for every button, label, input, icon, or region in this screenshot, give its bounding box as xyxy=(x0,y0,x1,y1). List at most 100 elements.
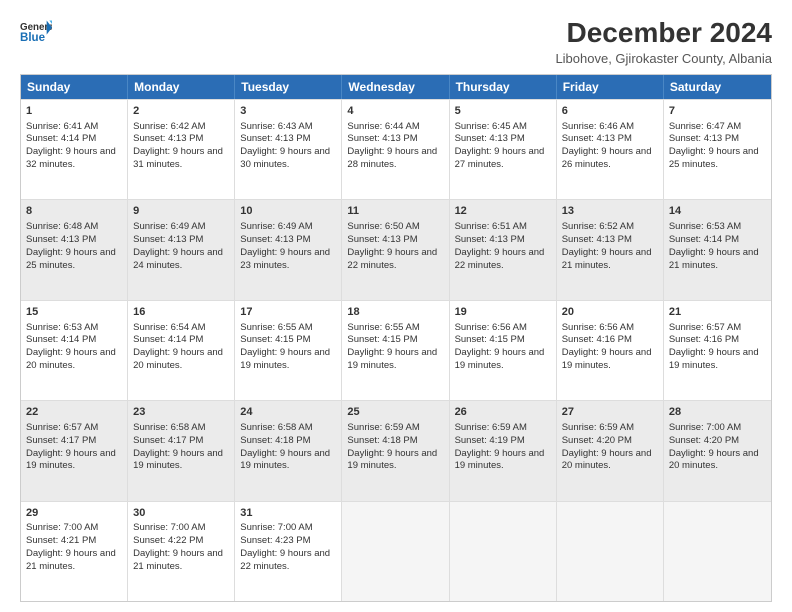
day-number: 14 xyxy=(669,204,766,219)
cal-cell: 4Sunrise: 6:44 AMSunset: 4:13 PMDaylight… xyxy=(342,100,449,199)
daylight: Daylight: 9 hours and 21 minutes. xyxy=(669,247,759,271)
sunrise: Sunrise: 7:00 AM xyxy=(26,522,98,533)
daylight: Daylight: 9 hours and 21 minutes. xyxy=(562,247,652,271)
day-number: 15 xyxy=(26,305,122,320)
daylight: Daylight: 9 hours and 28 minutes. xyxy=(347,146,437,170)
cal-cell: 20 Sunrise: 6:56 AMSunset: 4:16 PM Dayligh… xyxy=(557,301,664,400)
sunset: Sunset: 4:18 PM xyxy=(347,435,417,446)
logo: General Blue xyxy=(20,18,52,46)
sunrise: Sunrise: 6:53 AM xyxy=(669,221,741,232)
sunset: Sunset: 4:13 PM xyxy=(26,234,96,245)
sunset: Sunset: 4:13 PM xyxy=(133,234,203,245)
daylight: Daylight: 9 hours and 23 minutes. xyxy=(240,247,330,271)
day-number: 11 xyxy=(347,204,443,219)
cal-cell: 15Sunrise: 6:53 AMSunset: 4:14 PMDayligh… xyxy=(21,301,128,400)
sunset: Sunset: 4:13 PM xyxy=(455,133,525,144)
cal-header-day: Thursday xyxy=(450,75,557,99)
cal-cell: 17Sunrise: 6:55 AMSunset: 4:15 PMDayligh… xyxy=(235,301,342,400)
day-number: 23 xyxy=(133,405,229,420)
sunset: Sunset: 4:13 PM xyxy=(669,133,739,144)
daylight: Daylight: 9 hours and 27 minutes. xyxy=(455,146,545,170)
sunrise: Sunrise: 6:58 AM xyxy=(240,422,312,433)
cal-header-day: Tuesday xyxy=(235,75,342,99)
cal-cell: 21Sunrise: 6:57 AMSunset: 4:16 PMDayligh… xyxy=(664,301,771,400)
cal-cell: 3Sunrise: 6:43 AMSunset: 4:13 PMDaylight… xyxy=(235,100,342,199)
daylight: Daylight: 9 hours and 30 minutes. xyxy=(240,146,330,170)
sunset: Sunset: 4:20 PM xyxy=(562,435,632,446)
sunset: Sunset: 4:15 PM xyxy=(347,334,417,345)
day-number: 20 xyxy=(562,305,658,320)
sunrise: Sunrise: 7:00 AM xyxy=(240,522,312,533)
sunrise: Sunrise: 6:56 AM xyxy=(562,322,634,333)
logo-icon: General Blue xyxy=(20,18,52,46)
sunset: Sunset: 4:13 PM xyxy=(133,133,203,144)
day-number: 2 xyxy=(133,104,229,119)
day-number: 27 xyxy=(562,405,658,420)
sunset: Sunset: 4:22 PM xyxy=(133,535,203,546)
sunrise: Sunrise: 6:49 AM xyxy=(133,221,205,232)
daylight: Daylight: 9 hours and 20 minutes. xyxy=(26,347,116,371)
sunset: Sunset: 4:13 PM xyxy=(455,234,525,245)
daylight: Daylight: 9 hours and 19 minutes. xyxy=(240,448,330,472)
cal-cell: 6Sunrise: 6:46 AMSunset: 4:13 PMDaylight… xyxy=(557,100,664,199)
title-block: December 2024 Libohove, Gjirokaster Coun… xyxy=(555,18,772,66)
daylight: Daylight: 9 hours and 19 minutes. xyxy=(669,347,759,371)
day-number: 18 xyxy=(347,305,443,320)
cal-week: 8Sunrise: 6:48 AMSunset: 4:13 PMDaylight… xyxy=(21,199,771,299)
sunrise: Sunrise: 6:55 AM xyxy=(347,322,419,333)
cal-week: 15Sunrise: 6:53 AMSunset: 4:14 PMDayligh… xyxy=(21,300,771,400)
sunrise: Sunrise: 7:00 AM xyxy=(669,422,741,433)
cal-cell: 14 Sunrise: 6:53 AM Sunset: 4:14 PM Dayligh… xyxy=(664,200,771,299)
daylight: Daylight: 9 hours and 25 minutes. xyxy=(26,247,116,271)
cal-cell: 7Sunrise: 6:47 AMSunset: 4:13 PMDaylight… xyxy=(664,100,771,199)
subtitle: Libohove, Gjirokaster County, Albania xyxy=(555,51,772,66)
daylight: Daylight: 9 hours and 24 minutes. xyxy=(133,247,223,271)
daylight: Daylight: 9 hours and 19 minutes. xyxy=(347,448,437,472)
sunset: Sunset: 4:20 PM xyxy=(669,435,739,446)
sunrise: Sunrise: 6:42 AM xyxy=(133,121,205,132)
cal-cell: 30Sunrise: 7:00 AMSunset: 4:22 PMDayligh… xyxy=(128,502,235,601)
sunrise: Sunrise: 6:43 AM xyxy=(240,121,312,132)
cal-cell: 9 Sunrise: 6:49 AM Sunset: 4:13 PM Daylight… xyxy=(128,200,235,299)
sunset: Sunset: 4:19 PM xyxy=(455,435,525,446)
cal-cell: 13Sunrise: 6:52 AMSunset: 4:13 PMDayligh… xyxy=(557,200,664,299)
daylight: Daylight: 9 hours and 22 minutes. xyxy=(455,247,545,271)
sunrise: Sunrise: 6:53 AM xyxy=(26,322,98,333)
sunrise: Sunrise: 6:59 AM xyxy=(562,422,634,433)
page: General Blue December 2024 Libohove, Gji… xyxy=(0,0,792,612)
day-number: 28 xyxy=(669,405,766,420)
daylight: Daylight: 9 hours and 20 minutes. xyxy=(562,448,652,472)
day-number: 9 xyxy=(133,204,229,219)
day-number: 24 xyxy=(240,405,336,420)
calendar: SundayMondayTuesdayWednesdayThursdayFrid… xyxy=(20,74,772,602)
sunrise: Sunrise: 6:59 AM xyxy=(455,422,527,433)
daylight: Daylight: 9 hours and 19 minutes. xyxy=(347,347,437,371)
day-number: 21 xyxy=(669,305,766,320)
cal-header-day: Wednesday xyxy=(342,75,449,99)
cal-cell: 27 Sunrise: 6:59 AM Sunset: 4:20 PM Dayligh… xyxy=(557,401,664,500)
sunrise: Sunrise: 6:52 AM xyxy=(562,221,634,232)
day-number: 17 xyxy=(240,305,336,320)
cal-cell: 2Sunrise: 6:42 AMSunset: 4:13 PMDaylight… xyxy=(128,100,235,199)
day-number: 8 xyxy=(26,204,122,219)
sunset: Sunset: 4:14 PM xyxy=(669,234,739,245)
daylight: Daylight: 9 hours and 19 minutes. xyxy=(562,347,652,371)
sunrise: Sunrise: 6:57 AM xyxy=(669,322,741,333)
cal-cell xyxy=(664,502,771,601)
sunset: Sunset: 4:17 PM xyxy=(26,435,96,446)
cal-header-day: Monday xyxy=(128,75,235,99)
cal-cell: 26Sunrise: 6:59 AMSunset: 4:19 PMDayligh… xyxy=(450,401,557,500)
sunset: Sunset: 4:13 PM xyxy=(240,234,310,245)
sunset: Sunset: 4:16 PM xyxy=(562,334,632,345)
sunset: Sunset: 4:14 PM xyxy=(26,133,96,144)
daylight: Daylight: 9 hours and 22 minutes. xyxy=(347,247,437,271)
daylight: Daylight: 9 hours and 19 minutes. xyxy=(26,448,116,472)
sunrise: Sunrise: 6:47 AM xyxy=(669,121,741,132)
cal-header-day: Saturday xyxy=(664,75,771,99)
cal-cell xyxy=(557,502,664,601)
svg-text:Blue: Blue xyxy=(20,32,46,44)
main-title: December 2024 xyxy=(555,18,772,49)
cal-header-day: Friday xyxy=(557,75,664,99)
cal-cell: 24Sunrise: 6:58 AMSunset: 4:18 PMDayligh… xyxy=(235,401,342,500)
day-number: 5 xyxy=(455,104,551,119)
